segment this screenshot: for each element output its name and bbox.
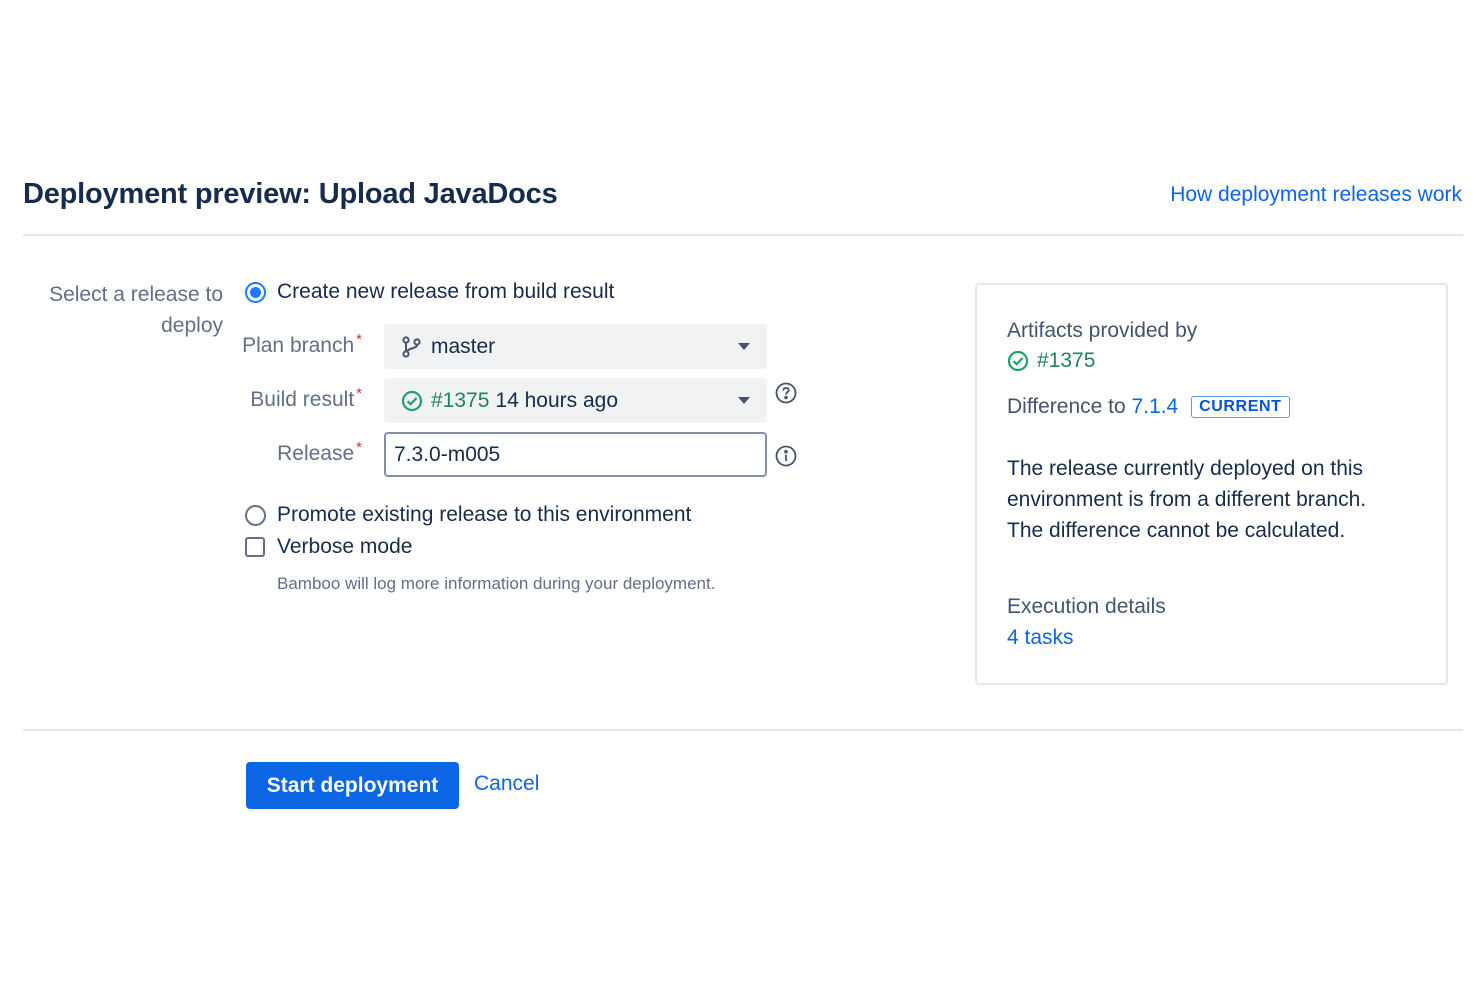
check-circle-icon [1007,350,1029,372]
execution-details-label: Execution details [1007,595,1166,618]
chevron-down-icon [738,343,750,350]
create-release-radio[interactable] [245,281,266,303]
verbose-help-text: Bamboo will log more information during … [277,574,716,593]
release-label-text: Release [277,442,355,465]
required-marker: * [356,439,362,456]
release-label: Release * [237,439,362,466]
difference-label: Difference to [1007,395,1126,418]
plan-branch-label-text: Plan branch [242,334,355,357]
start-deployment-button[interactable]: Start deployment [246,762,459,809]
deployment-preview-page: Deployment preview: Upload JavaDocs How … [0,0,1480,987]
verbose-mode-option[interactable]: Verbose mode [245,535,412,559]
difference-description: The release currently deployed on this e… [1007,457,1367,542]
select-release-label: Select a release to deploy [49,283,223,337]
required-marker: * [356,385,362,402]
promote-release-option[interactable]: Promote existing release to this environ… [245,503,691,527]
build-result-time: 14 hours ago [495,388,619,412]
plan-branch-select[interactable]: master [384,324,767,369]
info-circle-icon[interactable] [775,445,797,472]
artifacts-label: Artifacts provided by [1007,319,1198,342]
create-release-option[interactable]: Create new release from build result [245,280,614,304]
promote-release-radio[interactable] [245,504,266,526]
release-input[interactable] [384,432,767,477]
build-result-label: Build result * [237,385,362,412]
build-result-select[interactable]: #1375 14 hours ago [384,378,767,423]
create-release-label: Create new release from build result [277,280,615,303]
build-result-number: #1375 [431,388,490,412]
question-circle-icon[interactable] [775,382,797,409]
check-circle-icon [401,390,423,412]
artifacts-build-link[interactable]: #1375 [1037,349,1095,373]
promote-release-label: Promote existing release to this environ… [277,503,692,526]
verbose-mode-checkbox[interactable] [245,537,265,557]
branch-icon [401,335,423,358]
current-badge: CURRENT [1191,396,1290,418]
chevron-down-icon [738,397,750,404]
build-result-label-text: Build result [250,388,355,411]
difference-row: Difference to 7.1.4 CURRENT [1007,395,1290,420]
footer-divider [23,729,1463,731]
cancel-button[interactable]: Cancel [474,772,539,796]
artifacts-build: #1375 [1007,349,1095,373]
how-deployment-releases-work-link[interactable]: How deployment releases work [1170,183,1462,207]
header-divider [23,234,1463,236]
page-title: Deployment preview: Upload JavaDocs [23,178,558,210]
plan-branch-label: Plan branch * [237,331,362,358]
verbose-mode-label: Verbose mode [277,535,413,558]
execution-tasks-link[interactable]: 4 tasks [1007,626,1074,650]
plan-branch-value: master [431,334,496,358]
difference-version-link[interactable]: 7.1.4 [1132,395,1179,418]
required-marker: * [356,331,362,348]
